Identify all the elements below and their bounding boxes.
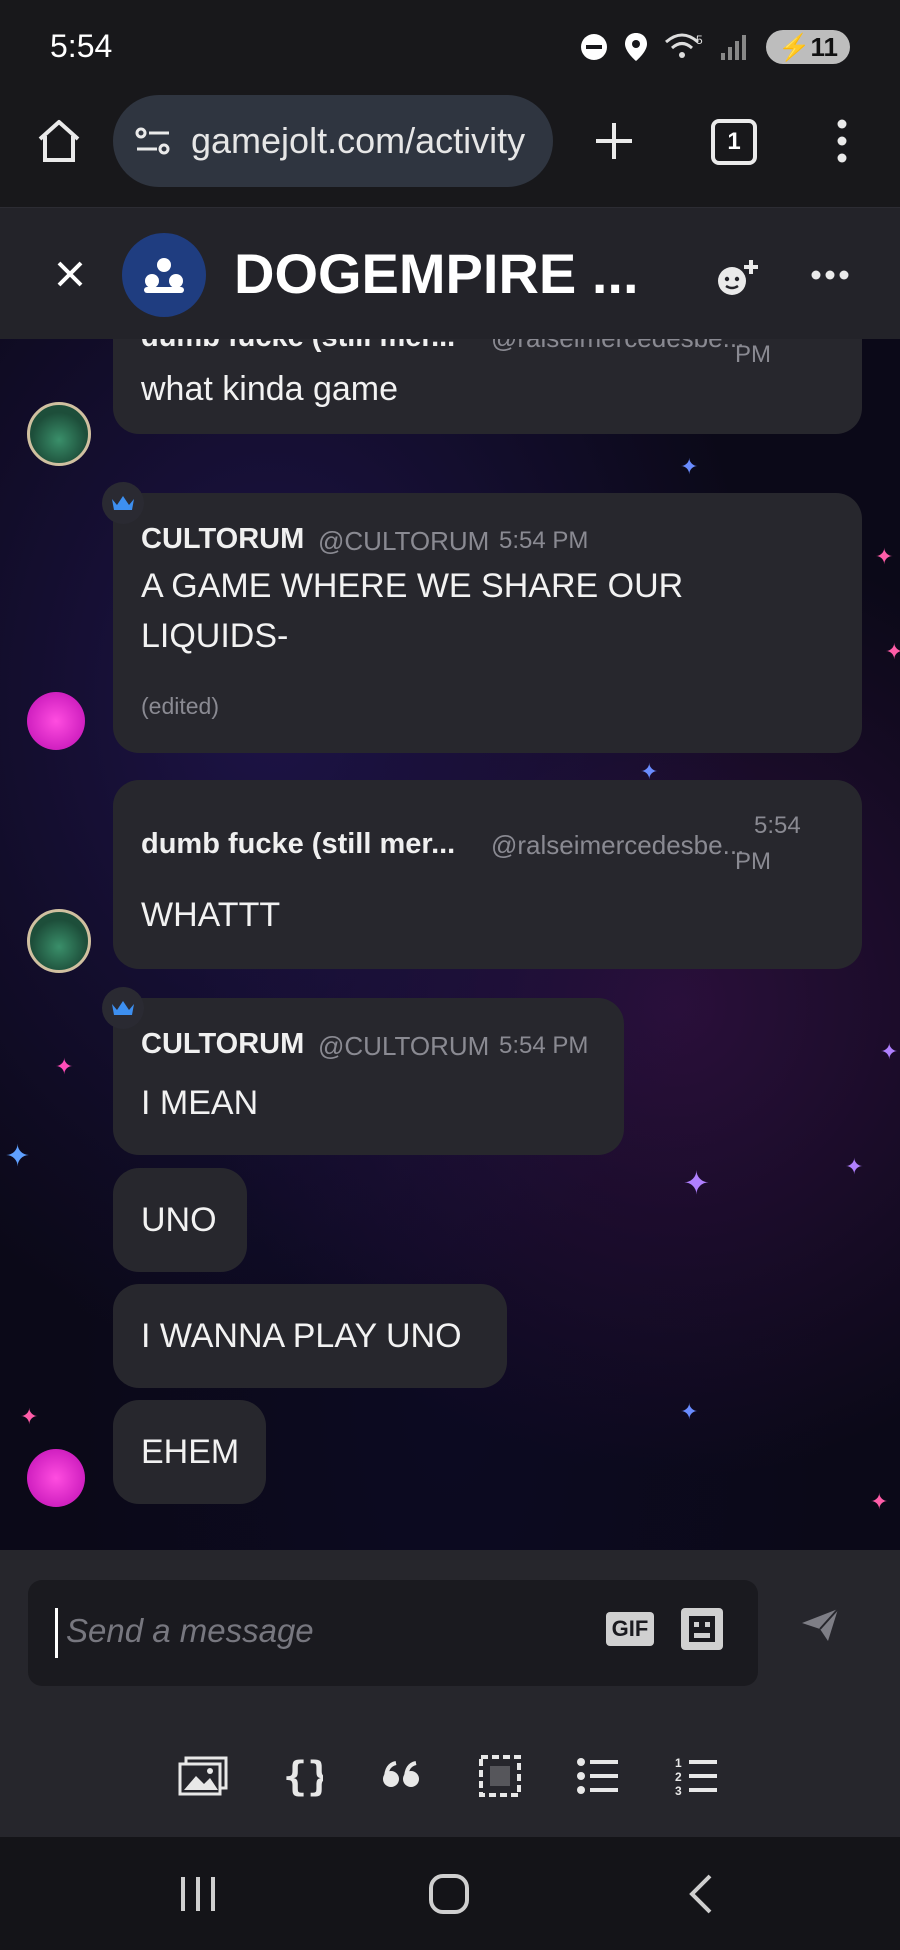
svg-text:1: 1 — [675, 1756, 682, 1770]
message-handle: @CULTORUM — [318, 1031, 490, 1061]
send-icon[interactable] — [800, 1607, 840, 1643]
star-decoration: ✦ — [55, 1054, 74, 1079]
signal-icon — [721, 35, 747, 60]
message-bubble[interactable]: EHEM — [113, 1400, 266, 1504]
sticker-button[interactable] — [681, 1608, 723, 1650]
message-author[interactable]: dumb fucke (still mer... — [141, 339, 455, 354]
status-icons: 5 ⚡ 11 — [580, 30, 850, 64]
message-author[interactable]: CULTORUM — [141, 1028, 304, 1061]
image-icon[interactable] — [178, 1753, 228, 1799]
message-text: EHEM — [141, 1433, 240, 1471]
charging-icon: ⚡ — [778, 31, 811, 62]
user-avatar[interactable] — [27, 692, 85, 750]
site-settings-icon[interactable] — [133, 124, 173, 158]
user-avatar[interactable] — [27, 1449, 85, 1507]
numbered-list-icon[interactable]: 123 — [672, 1753, 722, 1799]
home-icon[interactable] — [36, 119, 82, 163]
system-nav-bar — [0, 1837, 900, 1950]
status-bar: 5:54 5 ⚡ 11 — [0, 0, 900, 95]
url-text: gamejolt.com/activity — [191, 120, 526, 161]
user-avatar[interactable] — [27, 909, 91, 973]
more-horizontal-icon[interactable] — [811, 269, 849, 281]
message-text: UNO — [141, 1201, 217, 1239]
message-bubble[interactable]: dumb fucke (still mer... @ralseimercedes… — [113, 780, 862, 969]
code-icon[interactable]: {} — [278, 1753, 328, 1799]
svg-text:{}: {} — [283, 1754, 323, 1798]
message-author[interactable]: dumb fucke (still mer... — [141, 828, 455, 861]
wifi-icon: 5 — [665, 33, 703, 58]
chat-area[interactable]: ✦ ✦ ✦ ✦ ✦ ✦ ✦ ✦ ✦ ✦ ✦ ✦ dumb fucke (stil… — [0, 339, 900, 1550]
message-bubble[interactable]: I WANNA PLAY UNO — [113, 1284, 507, 1388]
browser-toolbar: gamejolt.com/activity 1 — [0, 95, 900, 207]
message-time: 5:54 PM — [499, 1032, 589, 1059]
message-text: I WANNA PLAY UNO — [141, 1317, 462, 1355]
message-input[interactable]: Send a message GIF — [28, 1580, 758, 1686]
url-bar[interactable]: gamejolt.com/activity — [113, 95, 553, 187]
message-author[interactable]: CULTORUM — [141, 523, 304, 556]
message-text: WHATTT — [141, 896, 281, 934]
quote-icon[interactable] — [377, 1753, 427, 1799]
message-text: I MEAN — [141, 1084, 259, 1122]
message-bubble[interactable]: CULTORUM @CULTORUM 5:54 PM I MEAN — [113, 998, 624, 1155]
message-time: PM — [735, 848, 771, 875]
message-handle: @ralseimercedesbe... — [491, 339, 744, 354]
add-friend-icon[interactable] — [714, 257, 760, 297]
message-bubble[interactable]: UNO — [113, 1168, 247, 1272]
edited-label: (edited) — [141, 693, 219, 719]
room-title[interactable]: DOGEMPIRE ... — [234, 241, 639, 306]
star-decoration: ✦ — [880, 1039, 899, 1064]
message-text: what kinda game — [141, 370, 399, 408]
spoiler-icon[interactable] — [475, 1753, 525, 1799]
plus-icon[interactable] — [593, 120, 635, 162]
do-not-disturb-icon — [581, 34, 608, 60]
star-decoration: ✦ — [5, 1140, 31, 1173]
message-bubble[interactable]: CULTORUM @CULTORUM 5:54 PM A GAME WHERE … — [113, 493, 862, 753]
star-decoration: ✦ — [680, 1399, 699, 1424]
group-icon — [144, 258, 184, 293]
message-text: A GAME WHERE WE SHARE OUR LIQUIDS- — [141, 567, 684, 655]
battery-level: 11 — [810, 31, 839, 62]
gif-button[interactable]: GIF — [606, 1612, 654, 1646]
back-icon[interactable] — [688, 1873, 714, 1915]
message-time: 5:54 PM — [499, 527, 589, 554]
crown-icon — [112, 496, 134, 510]
star-decoration: ✦ — [875, 544, 894, 569]
user-avatar[interactable] — [27, 402, 91, 466]
message-handle: @ralseimercedesbe... — [491, 830, 745, 860]
svg-text:5: 5 — [696, 33, 703, 47]
location-icon — [625, 33, 648, 61]
tab-switcher-button[interactable]: 1 — [711, 119, 757, 165]
message-placeholder: Send a message — [66, 1612, 314, 1649]
star-decoration: ✦ — [885, 639, 900, 664]
star-decoration: ✦ — [683, 1165, 710, 1201]
star-decoration: ✦ — [680, 454, 699, 479]
close-icon[interactable] — [56, 260, 84, 288]
svg-text:2: 2 — [675, 1770, 682, 1784]
recents-icon[interactable] — [178, 1875, 218, 1913]
crown-badge — [102, 987, 144, 1029]
formatting-toolbar: {} 123 — [0, 1715, 900, 1837]
sticker-icon — [689, 1616, 715, 1642]
crown-badge — [102, 482, 144, 524]
nav-home-icon[interactable] — [428, 1873, 470, 1915]
svg-text:3: 3 — [675, 1784, 682, 1797]
chat-header: DOGEMPIRE ... — [0, 207, 900, 340]
star-decoration: ✦ — [870, 1489, 889, 1514]
bullet-list-icon[interactable] — [573, 1753, 623, 1799]
more-vertical-icon[interactable] — [835, 119, 849, 163]
status-time: 5:54 — [50, 28, 113, 64]
text-caret — [55, 1608, 58, 1658]
message-time: 5:54 — [754, 812, 801, 839]
star-decoration: ✦ — [845, 1154, 864, 1179]
room-avatar[interactable] — [122, 233, 206, 317]
battery-indicator: ⚡ 11 — [766, 30, 850, 64]
star-decoration: ✦ — [20, 1404, 39, 1429]
crown-icon — [112, 1001, 134, 1015]
message-handle: @CULTORUM — [318, 526, 490, 556]
message-time: PM — [735, 341, 771, 368]
composer: Send a message GIF — [0, 1550, 900, 1716]
message-bubble[interactable]: dumb fucke (still mer... @ralseimercedes… — [113, 339, 862, 434]
